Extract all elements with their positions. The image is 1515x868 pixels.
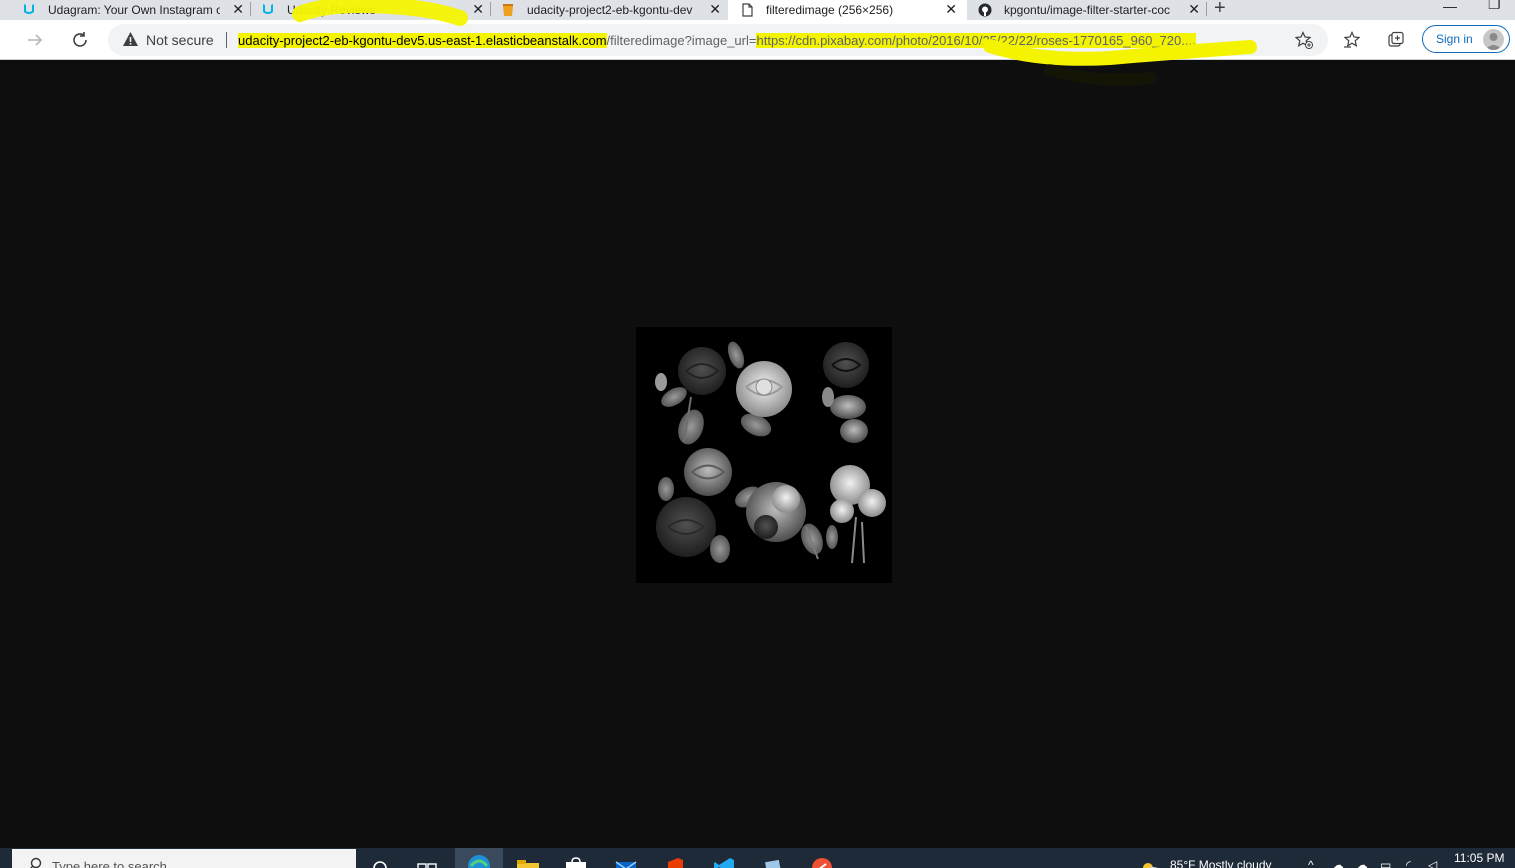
aws-bucket-icon — [503, 4, 513, 16]
new-tab-button[interactable]: + — [1214, 0, 1226, 20]
network-icon[interactable]: ☁ — [1332, 858, 1344, 868]
udacity-logo-icon — [263, 4, 273, 14]
udacity-logo-icon — [24, 4, 34, 14]
cloud-icon[interactable]: ☁ — [1356, 858, 1368, 868]
office-icon[interactable] — [663, 856, 687, 868]
notepad-icon[interactable] — [762, 856, 786, 868]
taskbar: Type here to search 85°F Mostly cloudy ^… — [0, 848, 1515, 868]
tab-divider — [1206, 2, 1207, 16]
collections-icon[interactable] — [1387, 31, 1405, 49]
avatar — [1483, 29, 1504, 50]
tab-github[interactable]: kpgontu/image-filter-starter-coc ✕ — [968, 0, 1206, 20]
roses-illustration — [655, 341, 886, 564]
search-icon — [30, 857, 42, 868]
tab-elasticbeanstalk[interactable]: udacity-project2-eb-kgontu-dev ✕ — [491, 0, 727, 20]
sign-in-label: Sign in — [1436, 32, 1473, 46]
git-icon[interactable] — [810, 856, 834, 868]
forward-icon[interactable] — [26, 31, 44, 49]
tab-title: Udagram: Your Own Instagram o — [48, 3, 220, 17]
task-view-icon[interactable] — [415, 856, 439, 868]
mail-icon[interactable] — [614, 856, 638, 868]
tab-filteredimage[interactable]: filteredimage (256×256) ✕ — [728, 0, 967, 20]
profile-icon — [1485, 33, 1502, 50]
close-icon[interactable]: ✕ — [1188, 1, 1200, 17]
cortana-icon[interactable] — [368, 856, 392, 868]
close-icon[interactable]: ✕ — [945, 1, 957, 17]
url-query-value: https://cdn.pixabay.com/photo/2016/10/25… — [756, 33, 1196, 48]
sign-in-button[interactable]: Sign in — [1422, 25, 1510, 53]
search-placeholder: Type here to search — [52, 859, 167, 868]
wifi-icon[interactable]: ◜ — [1406, 858, 1411, 868]
url-text[interactable]: udacity-project2-eb-kgontu-dev5.us-east-… — [238, 33, 1196, 48]
tab-strip: Udagram: Your Own Instagram o ✕ Udacity … — [0, 0, 1515, 20]
monitor-icon[interactable]: ▭ — [1380, 858, 1391, 868]
close-icon[interactable]: ✕ — [709, 1, 721, 17]
refresh-icon[interactable] — [71, 31, 89, 49]
minimize-icon[interactable]: — — [1443, 0, 1457, 14]
favorites-icon[interactable] — [1343, 31, 1361, 49]
url-host: udacity-project2-eb-kgontu-dev5.us-east-… — [238, 33, 607, 48]
file-explorer-icon[interactable] — [516, 856, 540, 868]
close-icon[interactable]: ✕ — [472, 1, 484, 17]
tab-udagram[interactable]: Udagram: Your Own Instagram o ✕ — [0, 0, 250, 20]
volume-icon[interactable]: ◁ — [1428, 858, 1437, 868]
warning-icon[interactable] — [122, 31, 139, 48]
show-hidden-icons-icon[interactable]: ^ — [1308, 858, 1314, 868]
restore-icon[interactable]: ❐ — [1488, 0, 1501, 13]
taskbar-active-app[interactable] — [455, 848, 503, 868]
url-path: /filteredimage?image_url= — [606, 33, 757, 48]
document-icon — [742, 3, 753, 17]
tab-title: kpgontu/image-filter-starter-coc — [1004, 3, 1171, 17]
add-favorite-icon[interactable] — [1295, 31, 1313, 49]
close-icon[interactable]: ✕ — [232, 1, 244, 17]
security-status[interactable]: Not secure — [146, 32, 214, 48]
tab-title: filteredimage (256×256) — [766, 3, 894, 17]
omnibox-divider — [226, 32, 227, 48]
address-bar[interactable]: Not secure udacity-project2-eb-kgontu-de… — [108, 24, 1328, 56]
clock-time[interactable]: 11:05 PM — [1454, 851, 1504, 865]
browser-toolbar: Not secure udacity-project2-eb-kgontu-de… — [0, 20, 1515, 60]
filtered-image — [636, 327, 892, 583]
edge-icon — [468, 855, 490, 868]
tab-title: Udacity Reviews — [287, 3, 376, 17]
tab-title: udacity-project2-eb-kgontu-dev — [527, 3, 693, 17]
weather-text[interactable]: 85°F Mostly cloudy — [1170, 858, 1272, 868]
vscode-icon[interactable] — [712, 856, 736, 868]
taskbar-search-input[interactable]: Type here to search — [12, 849, 356, 868]
tab-udacity-reviews[interactable]: Udacity Reviews ✕ — [251, 0, 490, 20]
github-icon — [978, 3, 992, 17]
store-icon[interactable] — [564, 856, 588, 868]
weather-icon[interactable] — [1138, 856, 1162, 868]
